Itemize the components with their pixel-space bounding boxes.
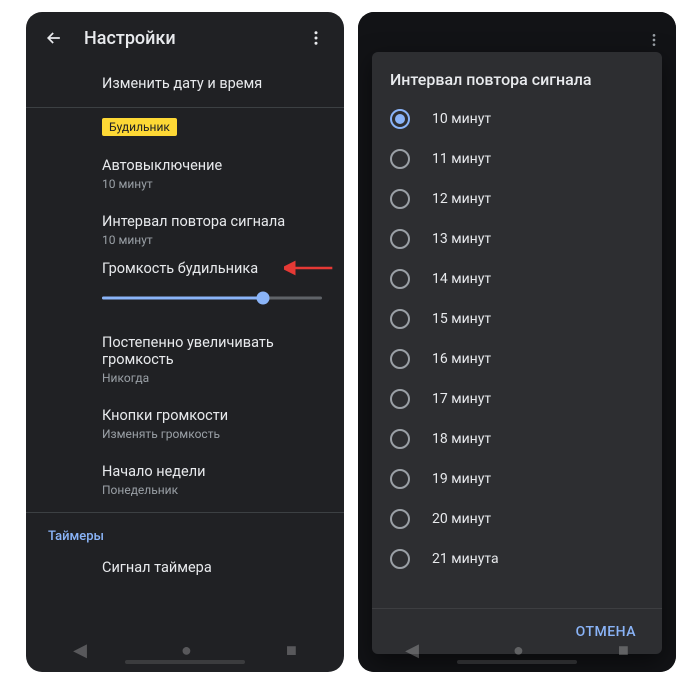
snooze-option[interactable]: 20 минут <box>384 499 650 539</box>
slider-thumb[interactable] <box>256 292 269 305</box>
nav-recents-icon[interactable]: ■ <box>286 640 297 661</box>
setting-label: Кнопки громкости <box>102 407 322 424</box>
option-label: 18 минут <box>432 431 491 447</box>
app-bar: Настройки <box>26 12 344 64</box>
radio-icon <box>390 469 410 489</box>
setting-sub: 10 минут <box>102 233 322 247</box>
option-label: 10 минут <box>432 111 491 127</box>
appbar-title: Настройки <box>84 28 298 49</box>
radio-icon <box>390 309 410 329</box>
more-vert-icon <box>646 32 662 48</box>
nav-recents-icon[interactable]: ■ <box>618 640 629 661</box>
divider <box>26 107 344 108</box>
setting-label: Начало недели <box>102 463 322 480</box>
setting-change-datetime[interactable]: Изменить дату и время <box>26 64 344 103</box>
setting-sub: 10 минут <box>102 177 322 191</box>
overflow-menu-button[interactable] <box>640 26 668 54</box>
alarm-volume-slider[interactable] <box>102 289 322 307</box>
option-label: 13 минут <box>432 231 491 247</box>
setting-week-start[interactable]: Начало недели Понедельник <box>26 452 344 508</box>
nav-home-icon[interactable]: ● <box>181 640 192 661</box>
snooze-option[interactable]: 21 минута <box>384 539 650 579</box>
divider <box>26 512 344 513</box>
nav-back-icon[interactable]: ◀ <box>73 640 87 661</box>
radio-icon <box>390 389 410 409</box>
radio-icon <box>390 509 410 529</box>
setting-label: Сигнал таймера <box>102 559 322 576</box>
radio-icon <box>390 349 410 369</box>
section-header-timers: Таймеры <box>26 517 344 548</box>
slider-fill <box>102 297 263 300</box>
radio-icon <box>390 109 410 129</box>
section-chip-alarm: Будильник <box>102 118 177 136</box>
setting-volume-buttons[interactable]: Кнопки громкости Изменять громкость <box>26 396 344 452</box>
option-label: 16 минут <box>432 351 491 367</box>
dialog-screen: Интервал повтора сигнала 10 минут 11 мину… <box>358 12 676 672</box>
volume-label: Громкость будильника <box>102 260 322 277</box>
setting-label: Автовыключение <box>102 157 322 174</box>
snooze-option[interactable]: 19 минут <box>384 459 650 499</box>
nav-bar: ◀ ● ■ <box>26 628 344 672</box>
section-chip-row: Будильник <box>26 112 344 146</box>
option-label: 14 минут <box>432 271 491 287</box>
setting-sub: Никогда <box>102 371 322 385</box>
setting-label: Изменить дату и время <box>102 75 322 92</box>
radio-icon <box>390 149 410 169</box>
nav-home-icon[interactable]: ● <box>513 640 524 661</box>
snooze-interval-dialog: Интервал повтора сигнала 10 минут 11 мину… <box>372 52 662 654</box>
dialog-title: Интервал повтора сигнала <box>372 52 662 99</box>
snooze-option[interactable]: 14 минут <box>384 259 650 299</box>
option-label: 17 минут <box>432 391 491 407</box>
dialog-options-list: 10 минут 11 минут 12 минут 13 минут 14 минут… <box>372 99 662 608</box>
snooze-option[interactable]: 10 минут <box>384 99 650 139</box>
settings-screen: Настройки Изменить дату и время Будильни… <box>26 12 344 672</box>
setting-sub: Понедельник <box>102 483 322 497</box>
option-label: 20 минут <box>432 511 491 527</box>
snooze-option[interactable]: 15 минут <box>384 299 650 339</box>
snooze-option[interactable]: 16 минут <box>384 339 650 379</box>
setting-auto-off[interactable]: Автовыключение 10 минут <box>26 146 344 202</box>
option-label: 15 минут <box>432 311 491 327</box>
snooze-option[interactable]: 12 минут <box>384 179 650 219</box>
settings-list: Изменить дату и время Будильник Автовыкл… <box>26 64 344 672</box>
setting-timer-sound[interactable]: Сигнал таймера <box>26 548 344 587</box>
setting-snooze-interval[interactable]: Интервал повтора сигнала 10 минут <box>26 202 344 258</box>
setting-label: Интервал повтора сигнала <box>102 213 322 230</box>
snooze-option[interactable]: 17 минут <box>384 379 650 419</box>
setting-alarm-volume: Громкость будильника <box>26 258 344 323</box>
back-button[interactable] <box>36 20 72 56</box>
radio-icon <box>390 429 410 449</box>
radio-icon <box>390 269 410 289</box>
option-label: 21 минута <box>432 551 499 567</box>
setting-gradual-volume[interactable]: Постепенно увеличивать громкость Никогда <box>26 323 344 396</box>
radio-icon <box>390 189 410 209</box>
more-vert-icon <box>307 29 325 47</box>
radio-icon <box>390 229 410 249</box>
arrow-left-icon <box>44 28 64 48</box>
nav-back-icon[interactable]: ◀ <box>405 640 419 661</box>
setting-sub: Изменять громкость <box>102 427 322 441</box>
option-label: 11 минут <box>432 151 491 167</box>
overflow-menu-button[interactable] <box>298 20 334 56</box>
radio-icon <box>390 549 410 569</box>
nav-bar: ◀ ● ■ <box>358 628 676 672</box>
option-label: 19 минут <box>432 471 491 487</box>
snooze-option[interactable]: 18 минут <box>384 419 650 459</box>
snooze-option[interactable]: 13 минут <box>384 219 650 259</box>
option-label: 12 минут <box>432 191 491 207</box>
snooze-option[interactable]: 11 минут <box>384 139 650 179</box>
setting-label: Постепенно увеличивать громкость <box>102 334 322 368</box>
